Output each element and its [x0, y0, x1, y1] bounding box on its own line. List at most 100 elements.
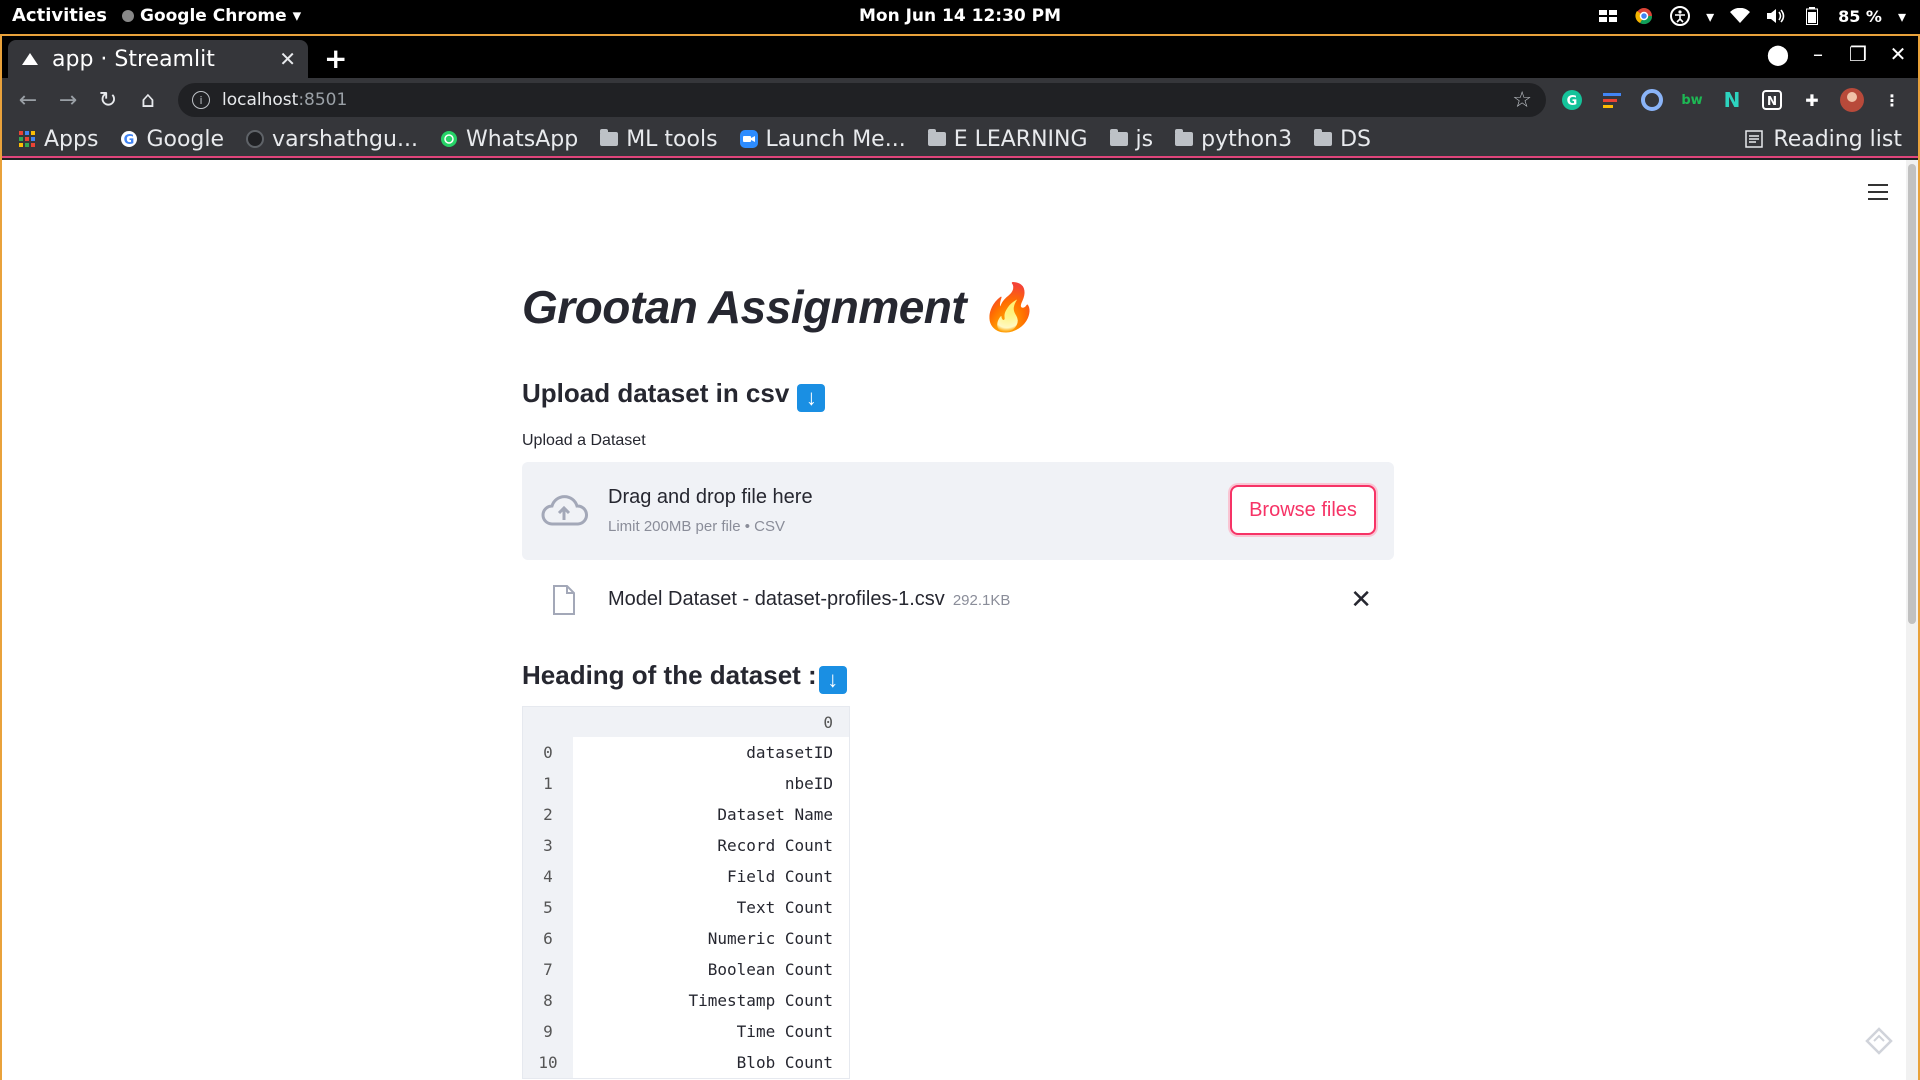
tab-title: app · Streamlit — [52, 46, 215, 72]
wifi-icon[interactable] — [1730, 6, 1751, 26]
row-index: 10 — [523, 1047, 573, 1078]
workspace-icon[interactable] — [1598, 6, 1618, 26]
hamburger-menu-icon[interactable] — [1868, 184, 1888, 205]
bookmark-label: Apps — [44, 126, 99, 152]
accessibility-icon[interactable] — [1670, 6, 1691, 26]
bookmark-label: Google — [146, 126, 225, 152]
cell-value[interactable]: Blob Count — [573, 1047, 849, 1078]
dropzone-instructions: Drag and drop file here — [608, 486, 813, 508]
bookmark-js[interactable]: js — [1109, 126, 1154, 152]
tab-streamlit[interactable]: app · Streamlit ✕ — [8, 40, 308, 78]
cell-value[interactable]: nbeID — [573, 768, 849, 799]
bw-extension-icon[interactable]: bw — [1678, 86, 1706, 114]
down-arrow-emoji-icon: ↓ — [818, 666, 847, 694]
folder-icon — [1109, 129, 1128, 148]
battery-icon[interactable] — [1802, 6, 1822, 26]
cell-value[interactable]: Time Count — [573, 1016, 849, 1047]
bookmark-whatsapp[interactable]: WhatsApp — [440, 127, 578, 152]
grammarly-icon[interactable]: G — [1558, 86, 1586, 114]
row-index: 9 — [523, 1016, 573, 1047]
dataframe-table[interactable]: 0 0 datasetID 1 nbeID 2 Dataset Name 3 Recor… — [522, 706, 850, 1079]
home-icon[interactable]: ⌂ — [132, 84, 164, 116]
new-tab-button[interactable]: + — [324, 42, 347, 75]
tab-close-icon[interactable]: ✕ — [279, 47, 296, 71]
forward-icon[interactable]: → — [52, 84, 84, 116]
page-title: Grootan Assignment 🔥 — [522, 281, 1036, 333]
cell-value[interactable]: Dataset Name — [573, 799, 849, 830]
uploaded-file-item: Model Dataset - dataset-profiles-1.csv 29… — [522, 580, 1394, 620]
minimize-icon[interactable]: – — [1798, 42, 1838, 66]
table-row: 7 Boolean Count — [523, 954, 849, 985]
reload-icon[interactable]: ↻ — [92, 84, 124, 116]
column-header[interactable]: 0 — [573, 707, 849, 737]
browse-files-button[interactable]: Browse files — [1230, 485, 1376, 535]
restore-icon[interactable]: ❐ — [1838, 42, 1878, 66]
reading-list-label: Reading list — [1773, 126, 1902, 152]
bookmark-star-icon[interactable]: ☆ — [1512, 88, 1532, 113]
volume-icon[interactable] — [1766, 6, 1786, 26]
folder-icon — [927, 129, 946, 148]
cell-value[interactable]: Record Count — [573, 830, 849, 861]
bookmark-label: ML tools — [626, 126, 718, 152]
github-icon — [246, 130, 265, 148]
row-index: 4 — [523, 861, 573, 892]
activities-button[interactable]: Activities — [12, 5, 107, 26]
page-scrollbar[interactable] — [1906, 160, 1918, 1080]
bookmark-python3[interactable]: python3 — [1175, 127, 1292, 152]
svg-text:N: N — [1767, 94, 1777, 108]
table-row: 2 Dataset Name — [523, 799, 849, 830]
caret-down-icon: ▾ — [1897, 6, 1906, 26]
dataframe-header: 0 — [523, 707, 849, 737]
file-icon — [553, 585, 575, 615]
cell-value[interactable]: datasetID — [573, 737, 849, 768]
dataset-heading-text: Heading of the dataset : — [522, 660, 817, 690]
google-icon: G — [120, 130, 138, 148]
bookmark-label: varshathgu... — [272, 126, 418, 152]
cell-value[interactable]: Timestamp Count — [573, 985, 849, 1016]
n-extension-icon[interactable]: N — [1718, 86, 1746, 114]
remove-file-icon[interactable]: ✕ — [1350, 584, 1372, 615]
file-size: 292.1KB — [952, 592, 1011, 609]
apps-grid-icon — [18, 130, 36, 148]
battery-percent: 85 % — [1838, 6, 1882, 26]
lists-extension-icon[interactable] — [1598, 86, 1626, 114]
address-bar[interactable]: i localhost :8501 ☆ — [178, 83, 1546, 117]
scrollbar-thumb[interactable] — [1908, 164, 1916, 624]
bookmark-ml-tools[interactable]: ML tools — [600, 126, 718, 152]
upload-heading: Upload dataset in csv ↓ — [522, 378, 826, 412]
bookmark-apps[interactable]: Apps — [18, 127, 98, 152]
row-index: 1 — [523, 768, 573, 799]
circle-extension-icon[interactable] — [1638, 86, 1666, 114]
bookmark-github[interactable]: varshathgu... — [246, 127, 418, 152]
cell-value[interactable]: Boolean Count — [573, 954, 849, 985]
chrome-menu-icon[interactable]: ⋮ — [1878, 86, 1906, 114]
profile-avatar[interactable] — [1838, 86, 1866, 114]
row-index: 6 — [523, 923, 573, 954]
bookmark-google[interactable]: G Google — [120, 127, 224, 152]
bookmark-e-learning[interactable]: E LEARNING — [927, 127, 1088, 152]
notion-icon[interactable]: N — [1758, 86, 1786, 114]
tab-search-icon[interactable]: ⬤ — [1758, 42, 1798, 66]
cloud-upload-icon — [541, 495, 588, 526]
close-window-icon[interactable]: ✕ — [1878, 42, 1918, 66]
extensions-puzzle-icon[interactable]: ✚ — [1798, 86, 1826, 114]
zoom-icon — [739, 130, 758, 148]
bookmark-launch-meeting[interactable]: Launch Me... — [739, 127, 906, 152]
reading-list-button[interactable]: Reading list — [1745, 127, 1902, 152]
chrome-small-icon — [122, 10, 134, 22]
cell-value[interactable]: Field Count — [573, 861, 849, 892]
site-info-icon[interactable]: i — [192, 91, 210, 109]
row-index: 8 — [523, 985, 573, 1016]
file-dropzone[interactable]: Drag and drop file here Limit 200MB per … — [522, 462, 1394, 560]
system-tray[interactable]: ▾ 85 % ▾ — [1598, 6, 1906, 26]
streamlit-page: Grootan Assignment 🔥 Upload dataset in c… — [2, 160, 1918, 1080]
cell-value[interactable]: Text Count — [573, 892, 849, 923]
cell-value[interactable]: Numeric Count — [573, 923, 849, 954]
back-icon[interactable]: ← — [12, 84, 44, 116]
tab-strip: app · Streamlit ✕ + ⬤ – ❐ ✕ — [2, 36, 1918, 78]
app-menu[interactable]: Google Chrome ▾ — [122, 6, 301, 26]
folder-icon — [1314, 129, 1333, 148]
bookmark-label: js — [1135, 126, 1154, 152]
bookmark-ds[interactable]: DS — [1314, 127, 1371, 152]
chrome-tray-icon[interactable] — [1634, 6, 1654, 26]
